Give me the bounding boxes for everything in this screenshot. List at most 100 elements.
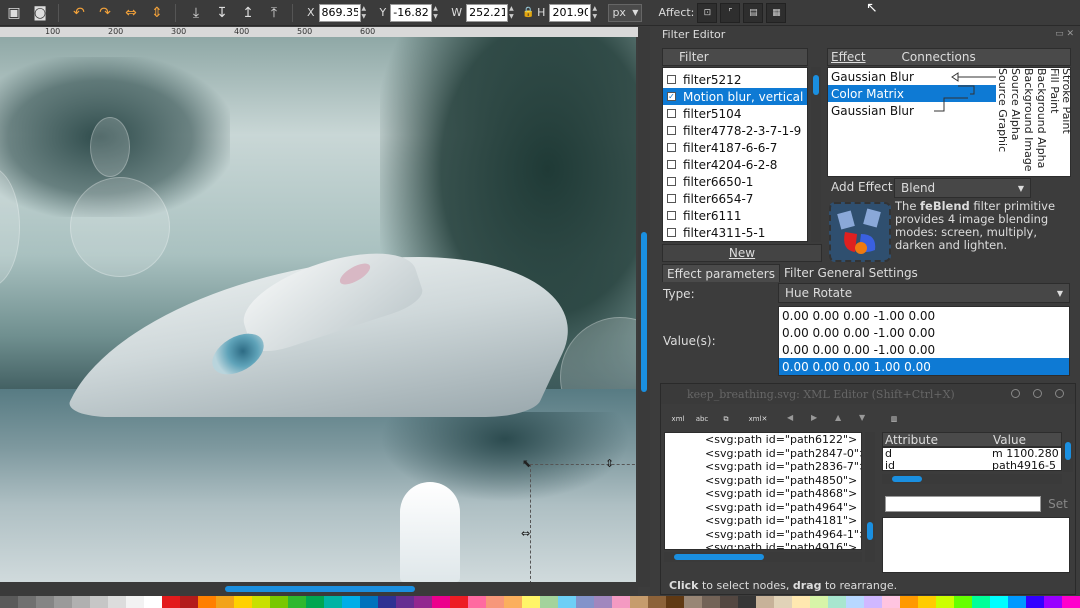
xml-node[interactable]: <svg:path id="path4964"> (665, 501, 861, 515)
scrollbar-thumb[interactable] (867, 522, 873, 540)
matrix-row[interactable]: 0.00 0.00 0.00 -1.00 0.00 (779, 341, 1069, 358)
color-swatch[interactable] (162, 596, 180, 608)
height-spinner[interactable]: ▲ ▼ (592, 5, 602, 21)
new-element-node-icon[interactable]: xml (667, 409, 689, 429)
color-swatch[interactable] (990, 596, 1008, 608)
color-swatch[interactable] (486, 596, 504, 608)
checkbox-icon[interactable] (667, 143, 676, 152)
y-field[interactable] (390, 3, 433, 22)
tab-filter-general-settings[interactable]: Filter General Settings (780, 264, 922, 282)
add-effect-select[interactable]: Blend ▼ (894, 178, 1031, 198)
color-swatch[interactable] (0, 596, 18, 608)
color-swatch[interactable] (774, 596, 792, 608)
color-swatch[interactable] (216, 596, 234, 608)
color-swatch[interactable] (810, 596, 828, 608)
color-swatch[interactable] (234, 596, 252, 608)
attribute-h-scrollbar[interactable] (882, 474, 1062, 484)
color-swatch[interactable] (72, 596, 90, 608)
unindent-icon[interactable]: ◀ (787, 413, 793, 422)
filter-list-item[interactable]: filter5212 (663, 71, 807, 88)
scale-corners-icon[interactable]: ⌜ (720, 2, 741, 23)
scale-stroke-icon[interactable]: ⊡ (697, 2, 718, 23)
color-swatch[interactable] (252, 596, 270, 608)
color-swatch[interactable] (468, 596, 486, 608)
color-swatch[interactable] (648, 596, 666, 608)
scrollbar-thumb[interactable] (813, 75, 819, 95)
color-swatch[interactable] (450, 596, 468, 608)
filter-list-item[interactable]: filter4778-2-3-7-1-9 (663, 122, 807, 139)
raise-icon[interactable]: ↥ (236, 2, 260, 24)
input-source-alpha[interactable]: Source Alpha (1009, 68, 1022, 141)
resize-handle-icon[interactable]: ⇔ (521, 527, 530, 540)
lower-node-icon[interactable]: ▼ (859, 413, 865, 422)
filter-list-item[interactable]: filter5104 (663, 105, 807, 122)
indent-icon[interactable]: ▶ (811, 413, 817, 422)
canvas-vertical-scrollbar[interactable] (638, 27, 650, 587)
checkbox-icon[interactable] (667, 194, 676, 203)
width-field[interactable] (466, 3, 509, 22)
color-swatch[interactable] (198, 596, 216, 608)
color-swatch[interactable] (522, 596, 540, 608)
color-swatch[interactable] (666, 596, 684, 608)
scrollbar-thumb[interactable] (641, 232, 647, 392)
filter-list-item[interactable]: filter6111 (663, 207, 807, 224)
color-swatch[interactable] (900, 596, 918, 608)
set-button[interactable]: Set (1045, 495, 1071, 513)
color-swatch[interactable] (558, 596, 576, 608)
xml-node[interactable]: <svg:path id="path2847-0"> (665, 447, 861, 461)
input-background-image[interactable]: Background Image (1022, 68, 1035, 172)
xml-node[interactable]: <svg:path id="path4181"> (665, 514, 861, 528)
xml-node[interactable]: <svg:path id="path4964-1"> (665, 528, 861, 542)
xml-node[interactable]: <svg:path id="path6122"> (665, 433, 861, 447)
color-swatch[interactable] (846, 596, 864, 608)
color-swatch[interactable] (684, 596, 702, 608)
checkbox-checked-icon[interactable]: ✓ (667, 92, 676, 101)
color-swatch[interactable] (594, 596, 612, 608)
filter-list-header[interactable]: Filter (662, 48, 808, 66)
color-swatch[interactable] (792, 596, 810, 608)
color-swatch[interactable] (756, 596, 774, 608)
xml-tree-scrollbar[interactable] (865, 432, 875, 562)
move-gradients-icon[interactable]: ▤ (743, 2, 764, 23)
color-swatch[interactable] (864, 596, 882, 608)
rotate-cw-icon[interactable]: ↷ (93, 2, 117, 24)
selection-box[interactable] (530, 464, 636, 582)
y-spinner[interactable]: ▲ ▼ (433, 5, 443, 21)
color-swatch[interactable] (540, 596, 558, 608)
minimize-icon[interactable] (1011, 389, 1020, 398)
xml-node[interactable]: <svg:path id="path4850"> (665, 474, 861, 488)
x-spinner[interactable]: ▲ ▼ (362, 5, 372, 21)
checkbox-icon[interactable] (667, 109, 676, 118)
type-select[interactable]: Hue Rotate ▼ (778, 283, 1070, 303)
input-source-graphic[interactable]: Source Graphic (996, 68, 1009, 152)
color-swatch[interactable] (1026, 596, 1044, 608)
new-filter-button[interactable]: New (662, 244, 822, 262)
unit-select[interactable]: px ▼ (608, 3, 643, 22)
attribute-row[interactable]: id path4916-5 (883, 460, 1061, 471)
color-swatch[interactable] (972, 596, 990, 608)
scrollbar-thumb[interactable] (225, 586, 415, 592)
duplicate-node-icon[interactable]: ⧉ (715, 409, 737, 429)
attribute-scrollbar[interactable] (1063, 440, 1073, 472)
checkbox-icon[interactable] (667, 160, 676, 169)
new-text-node-icon[interactable]: abc (691, 409, 713, 429)
flip-vertical-icon[interactable]: ⇕ (145, 2, 169, 24)
color-swatch[interactable] (630, 596, 648, 608)
drawing-canvas[interactable]: ⬉ ⇕ ⇔ (0, 37, 636, 582)
xml-tree-h-scrollbar[interactable] (664, 552, 862, 562)
filter-list-item[interactable]: filter4311-5-1 (663, 224, 807, 241)
canvas-horizontal-scrollbar[interactable] (0, 582, 638, 596)
input-background-alpha[interactable]: Background Alpha (1035, 68, 1048, 168)
effect-header-label[interactable]: Effect (831, 50, 866, 64)
color-swatch[interactable] (90, 596, 108, 608)
delete-node-icon[interactable]: xml✕ (747, 409, 769, 429)
color-swatch[interactable] (360, 596, 378, 608)
select-all-icon[interactable]: ▣ (2, 2, 26, 24)
filter-list-item[interactable]: filter6654-7 (663, 190, 807, 207)
color-swatch[interactable] (126, 596, 144, 608)
height-field[interactable] (549, 3, 592, 22)
color-swatch[interactable] (18, 596, 36, 608)
raise-to-top-icon[interactable]: ⤒ (262, 2, 286, 24)
raise-node-icon[interactable]: ▲ (835, 413, 841, 422)
color-matrix-values[interactable]: 0.00 0.00 0.00 -1.00 0.00 0.00 0.00 0.00… (778, 306, 1070, 376)
